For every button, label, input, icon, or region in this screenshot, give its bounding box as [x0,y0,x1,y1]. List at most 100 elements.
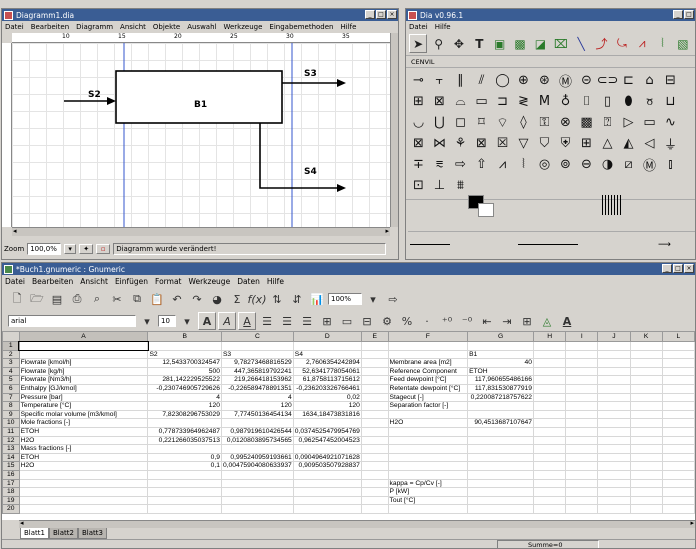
zoom-dropdown-icon[interactable]: ▾ [364,290,382,308]
table-cell[interactable] [629,409,663,420]
sphere-shape-icon[interactable]: ⬮ [618,92,639,111]
menu-einfuegen[interactable]: Einfügen [115,277,148,286]
scroll-right-icon[interactable]: ▸ [690,519,694,527]
menu-hilfe[interactable]: Hilfe [340,23,356,31]
table-cell[interactable] [565,341,599,351]
table-cell[interactable] [147,504,222,514]
row-header[interactable]: 17 [2,478,20,489]
table-cell[interactable] [629,341,663,351]
row-header[interactable]: 1 [2,341,20,351]
table-cell[interactable] [360,469,389,480]
cross-shape-icon[interactable]: ⊠ [408,134,429,153]
table-cell[interactable]: Enthalpy [GJ/kmol] [18,383,149,394]
column-header[interactable]: B [147,331,222,342]
sheet-tab-blatt2[interactable]: Blatt2 [48,528,78,539]
table-cell[interactable] [629,426,663,437]
row-header[interactable]: 18 [2,487,20,497]
box-tool-icon[interactable]: ▣ [491,34,509,53]
table-cell[interactable] [18,478,149,489]
thin-shape-icon[interactable]: ⫾ [660,155,681,174]
table-cell[interactable] [597,418,631,428]
table-cell[interactable] [661,444,695,454]
tank-shape-icon[interactable]: ⊏ [618,71,639,90]
table-cell[interactable] [532,426,567,437]
table-cell[interactable] [220,341,294,351]
cut-icon[interactable]: ✂ [108,290,126,308]
table-cell[interactable] [220,487,294,497]
wave-shape-icon[interactable]: ∿ [660,113,681,132]
agitator-shape-icon[interactable]: ⊗ [555,113,576,132]
table-cell[interactable]: 2,7606354242894 [292,358,362,368]
sheet-tab-blatt3[interactable]: Blatt3 [77,528,107,539]
decrease-indent-icon[interactable]: ⇤ [478,312,496,330]
table-cell[interactable] [292,495,362,506]
font-size-field[interactable]: 10 [158,315,176,327]
table-cell[interactable] [597,478,631,489]
table-cell[interactable] [629,504,663,514]
cyclone-shape-icon[interactable]: ჾ [639,92,660,111]
table-cell[interactable] [292,478,362,489]
row-header[interactable]: 11 [2,426,20,437]
table-cell[interactable]: Retentate dewpoint [°C] [387,383,469,394]
table-cell[interactable]: -0,236203326766461 [292,383,362,394]
table-cell[interactable]: 7,82308296753029 [147,409,222,420]
table-cell[interactable] [360,495,389,506]
chart-icon[interactable]: 📊 [308,290,326,308]
table-cell[interactable]: ETOH [18,426,149,437]
table-cell[interactable] [360,341,389,351]
table-cell[interactable]: Membrane area [m2] [387,358,469,368]
table-cell[interactable]: Tout [°C] [387,495,469,506]
table-cell[interactable] [147,341,222,351]
lock-shape-icon[interactable]: ⚿ [534,113,555,132]
column-header[interactable]: F [387,331,469,342]
table-cell[interactable] [629,358,663,368]
table-cell[interactable]: 0,02 [292,392,362,403]
table-cell[interactable] [661,504,695,514]
table-cell[interactable] [467,469,534,480]
cup-shape-icon[interactable]: ⊔ [660,92,681,111]
fan-shape-icon[interactable]: Ⓜ [555,71,576,90]
exchanger-shape-icon[interactable]: ⊟ [660,71,681,90]
theta-shape-icon[interactable]: ⊖ [576,155,597,174]
table-cell[interactable] [360,435,389,446]
row-header[interactable]: 20 [2,504,20,514]
font-color-icon[interactable]: A [558,312,576,330]
table-cell[interactable] [360,461,389,471]
line-width-indicator[interactable] [602,195,622,215]
table-cell[interactable] [360,409,389,420]
table-cell[interactable] [629,418,663,428]
table-cell[interactable] [565,409,599,420]
table-cell[interactable] [360,358,389,368]
column-header[interactable]: E [360,331,389,342]
table-cell[interactable] [360,349,389,360]
table-cell[interactable]: 500 [147,366,222,377]
table-cell[interactable]: P [kW] [387,487,469,497]
table-cell[interactable]: 447,365819792241 [220,366,294,377]
table-cell[interactable] [565,487,599,497]
pipe-shape-icon[interactable]: ∥ [450,71,471,90]
table-cell[interactable] [220,469,294,480]
row-header[interactable]: 5 [2,375,20,385]
start-arrow-selector[interactable] [410,244,450,245]
table-cell[interactable] [661,358,695,368]
diagram-canvas[interactable]: S2 B1 S3 S4 [12,43,390,227]
table-cell[interactable] [661,469,695,480]
menu-ansicht[interactable]: Ansicht [80,277,108,286]
table-cell[interactable] [629,375,663,385]
table-cell[interactable]: Flowrate [kg/h] [18,366,149,377]
table-cell[interactable] [360,375,389,385]
table-cell[interactable]: Mole fractions [-] [18,418,149,428]
sum-icon[interactable]: Σ [228,290,246,308]
table-cell[interactable]: -0,230746905729626 [147,383,222,394]
table-cell[interactable] [565,504,599,514]
diagram-horizontal-scrollbar[interactable]: ▸ ◂ [12,227,390,236]
table-cell[interactable] [629,392,663,403]
underline-icon[interactable]: A [238,312,256,330]
copy-icon[interactable]: ⧉ [128,290,146,308]
menu-hilfe[interactable]: Hilfe [267,277,284,286]
paste-icon[interactable]: 📋 [148,290,166,308]
table-cell[interactable]: 12,5433700324547 [147,358,222,368]
table-cell[interactable] [661,366,695,377]
menu-ansicht[interactable]: Ansicht [120,23,146,31]
percent-icon[interactable]: % [398,312,416,330]
